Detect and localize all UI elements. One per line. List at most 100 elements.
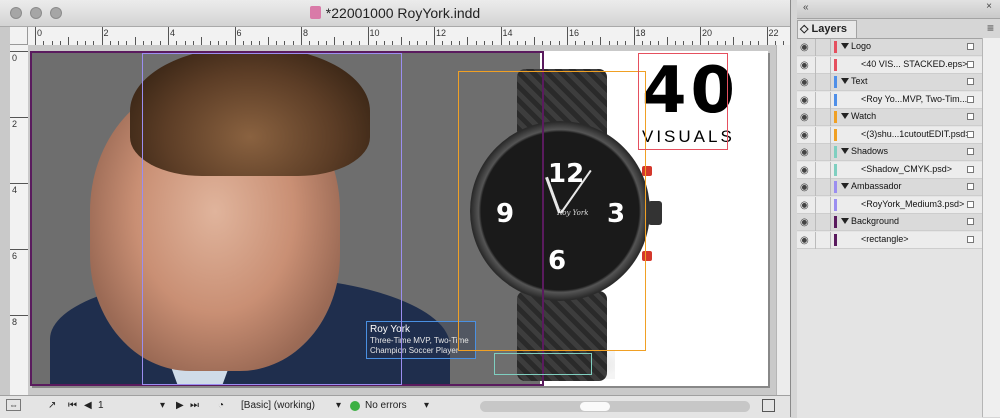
ruler-tick xyxy=(234,27,236,45)
select-item-box[interactable] xyxy=(967,235,974,243)
lock-toggle[interactable] xyxy=(830,126,831,144)
lock-toggle[interactable] xyxy=(830,91,831,109)
lock-toggle[interactable] xyxy=(830,56,831,74)
pasteboard[interactable]: 12 9 3 6 Roy York 40 VISUALS Roy York Th… xyxy=(28,45,790,395)
column-divider xyxy=(815,231,816,249)
lock-toggle[interactable] xyxy=(830,179,831,196)
lock-toggle[interactable] xyxy=(830,161,831,179)
lock-toggle[interactable] xyxy=(830,196,831,214)
horizontal-scroll-thumb[interactable] xyxy=(580,402,610,411)
layer-row[interactable]: ◉ Logo xyxy=(797,39,982,56)
visibility-eye-icon[interactable]: ◉ xyxy=(800,165,809,176)
sublayer-row[interactable]: ◉ <rectangle> xyxy=(797,231,982,249)
preflight-profile-chevron-icon[interactable]: ▾ xyxy=(336,400,341,411)
logo-image-frame[interactable] xyxy=(638,53,728,150)
select-item-box[interactable] xyxy=(967,113,974,120)
ruler-minor-tick xyxy=(134,37,136,45)
select-item-box[interactable] xyxy=(967,78,974,85)
sublayer-row[interactable]: ◉ <RoyYork_Medium3.psd> xyxy=(797,196,982,214)
visibility-eye-icon[interactable]: ◉ xyxy=(800,217,809,228)
collapse-panel-icon[interactable]: « xyxy=(803,2,809,13)
horizontal-ruler[interactable]: 0 2 4 6 8 10 12 14 16 18 20 22 xyxy=(28,27,790,46)
watch-image-frame[interactable] xyxy=(458,71,646,351)
ruler-label: 4 xyxy=(170,28,176,38)
horizontal-scrollbar[interactable] xyxy=(480,401,750,412)
select-item-box[interactable] xyxy=(967,218,974,225)
visibility-eye-icon[interactable]: ◉ xyxy=(800,77,809,88)
page-number-field[interactable]: 1 xyxy=(98,400,104,411)
lock-toggle[interactable] xyxy=(830,144,831,161)
vertical-ruler[interactable]: 0 2 4 6 8 xyxy=(10,45,29,395)
layer-row[interactable]: ◉ Text xyxy=(797,74,982,91)
sublayer-row[interactable]: ◉ <40 VIS... STACKED.eps> xyxy=(797,56,982,74)
lock-toggle[interactable] xyxy=(830,39,831,56)
ruler-tick xyxy=(434,27,435,45)
next-page-button[interactable]: ▶ xyxy=(176,400,184,411)
visibility-eye-icon[interactable]: ◉ xyxy=(800,95,809,106)
preflight-icon[interactable]: ◔ xyxy=(218,400,224,411)
tab-layers[interactable]: ◇ Layers xyxy=(797,20,857,38)
open-page-icon[interactable]: ↗ xyxy=(48,400,56,411)
select-item-box[interactable] xyxy=(967,200,974,208)
zoom-level-icon[interactable]: ⇔ xyxy=(6,399,21,411)
layers-scrollbar[interactable] xyxy=(982,38,1000,417)
ruler-origin[interactable] xyxy=(10,27,28,45)
preflight-errors-label: No errors xyxy=(365,400,407,411)
select-item-box[interactable] xyxy=(967,148,974,155)
layer-row[interactable]: ◉ Shadows xyxy=(797,144,982,161)
visibility-eye-icon[interactable]: ◉ xyxy=(800,42,809,53)
visibility-eye-icon[interactable]: ◉ xyxy=(800,112,809,123)
ruler-label: 12 xyxy=(436,28,447,38)
lock-toggle[interactable] xyxy=(830,74,831,91)
previous-page-button[interactable]: ◀ xyxy=(84,400,92,411)
visibility-eye-icon[interactable]: ◉ xyxy=(800,235,809,246)
visibility-eye-icon[interactable]: ◉ xyxy=(800,182,809,193)
sublayer-row[interactable]: ◉ <(3)shu...1cutoutEDIT.psd> xyxy=(797,126,982,144)
sublayer-row[interactable]: ◉ <Roy Yo...MVP, Two-Tim...> xyxy=(797,91,982,109)
title-bar[interactable]: *22001000 RoyYork.indd xyxy=(0,0,790,27)
visibility-eye-icon[interactable]: ◉ xyxy=(800,60,809,71)
panel-menu-icon[interactable]: ≡ xyxy=(987,21,994,35)
select-item-box[interactable] xyxy=(967,165,974,173)
visibility-eye-icon[interactable]: ◉ xyxy=(800,147,809,158)
preflight-menu-chevron-icon[interactable]: ▾ xyxy=(424,400,429,411)
expand-triangle-icon[interactable] xyxy=(841,148,849,154)
layer-row[interactable]: ◉ Background xyxy=(797,214,982,231)
visibility-eye-icon[interactable]: ◉ xyxy=(800,130,809,141)
expand-triangle-icon[interactable] xyxy=(841,113,849,119)
layer-name: <Roy Yo...MVP, Two-Tim...> xyxy=(861,93,973,104)
select-item-box[interactable] xyxy=(967,43,974,50)
visibility-eye-icon[interactable]: ◉ xyxy=(800,200,809,211)
close-panel-icon[interactable]: × xyxy=(986,1,992,12)
ruler-tick xyxy=(301,27,302,45)
expand-triangle-icon[interactable] xyxy=(841,43,849,49)
lock-toggle[interactable] xyxy=(830,231,831,249)
ruler-tick xyxy=(633,27,635,45)
expand-triangle-icon[interactable] xyxy=(841,78,849,84)
sublayer-row[interactable]: ◉ <Shadow_CMYK.psd> xyxy=(797,161,982,179)
select-item-box[interactable] xyxy=(967,130,974,138)
first-page-button[interactable]: ⏮ xyxy=(68,400,77,411)
vertical-scrollbar[interactable] xyxy=(776,45,790,395)
expand-triangle-icon[interactable] xyxy=(841,218,849,224)
shadow-image-frame[interactable] xyxy=(494,353,592,375)
ruler-tick xyxy=(10,51,28,52)
lock-toggle[interactable] xyxy=(830,109,831,126)
select-item-box[interactable] xyxy=(967,60,974,68)
ambassador-image-frame[interactable] xyxy=(142,53,402,385)
select-item-box[interactable] xyxy=(967,183,974,190)
expand-triangle-icon[interactable] xyxy=(841,183,849,189)
last-page-button[interactable]: ⏭ xyxy=(190,400,199,411)
layer-row[interactable]: ◉ Watch xyxy=(797,109,982,126)
ruler-label: 10 xyxy=(369,28,380,38)
page-menu-chevron-icon[interactable]: ▾ xyxy=(160,400,165,411)
preflight-profile-menu[interactable]: [Basic] (working) xyxy=(241,400,315,411)
column-divider xyxy=(815,56,816,74)
layer-row[interactable]: ◉ Ambassador xyxy=(797,179,982,196)
layer-name: Ambassador xyxy=(851,181,902,191)
lock-toggle[interactable] xyxy=(830,214,831,231)
document-page[interactable]: 12 9 3 6 Roy York 40 VISUALS Roy York Th… xyxy=(30,51,768,386)
split-view-icon[interactable] xyxy=(762,399,775,412)
layer-color-swatch xyxy=(834,216,837,228)
select-item-box[interactable] xyxy=(967,95,974,103)
